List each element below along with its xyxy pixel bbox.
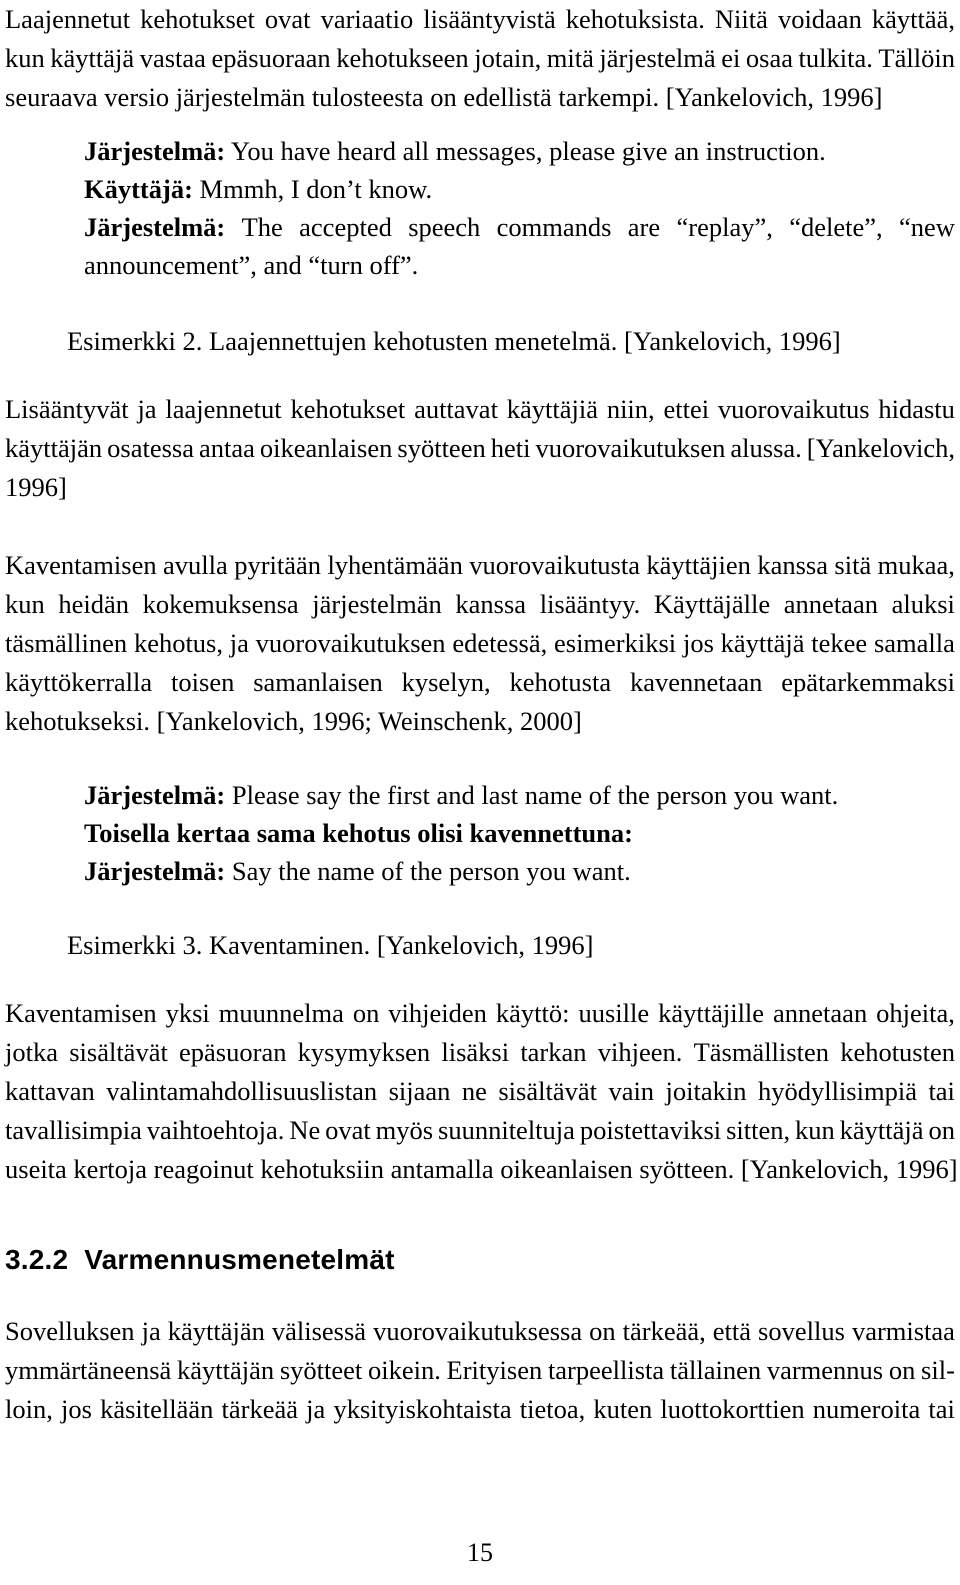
text-line: jotka sisältävät epäsuoran kysymyksen lisäks… [5, 1037, 955, 1067]
paragraph-2: Lisääntyvät ja laajennetut kehotukset auttav… [5, 390, 955, 507]
document-page: Laajennetut kehotukset ovat variaatio lisään… [0, 0, 960, 1585]
paragraph-1: Laajennetut kehotukset ovat variaatio lisään… [5, 0, 955, 117]
text-line: loin, jos käsitellään tärkeää ja yksityiskoht… [5, 1394, 955, 1424]
paragraph-3: Kaventamisen avulla pyritään lyhentämään vuo… [5, 546, 955, 741]
paragraph-5: Sovelluksen ja käyttäjän välisessä vuorovaik… [5, 1312, 955, 1429]
text-line: kun käyttäjä vastaa epäsuoraan kehotukseen jo… [5, 43, 955, 73]
speaker-label: Käyttäjä: [84, 174, 193, 204]
example-caption-3: Esimerkki 3. Kaventaminen. [Yankelovich,… [67, 930, 594, 960]
text-line: käyttökerralla toisen samanlaisen kyselyn, k… [5, 667, 955, 697]
text-line: kattavan valintamahdollisuuslistan sijaan n… [5, 1076, 955, 1106]
section-heading: 3.2.2 Varmennusmenetelmät [5, 1243, 395, 1277]
speaker-utterance: Please say the first and last name of th… [225, 780, 839, 810]
dialogue-example-2: Järjestelmä: Please say the first and la… [84, 776, 955, 890]
speaker-utterance: Mmmh, I don’t know. [192, 174, 433, 204]
dialogue-line: Järjestelmä: Please say the first and la… [84, 776, 955, 814]
dialogue-line: Järjestelmä: Say the name of the person … [84, 852, 955, 890]
dialogue-line: Käyttäjä: Mmmh, I don’t know. [84, 170, 955, 208]
speaker-label: Järjestelmä: [84, 136, 226, 166]
example-caption-2: Esimerkki 2. Laajennettujen kehotusten m… [67, 326, 841, 356]
text-line: käyttäjän osatessa antaa oikeanlaisen syötte… [5, 433, 955, 463]
dialogue-line: Järjestelmä: You have heard all messages… [84, 132, 955, 170]
speaker-label: Järjestelmä: [84, 856, 226, 886]
speaker-utterance: Say the name of the person you want. [225, 856, 631, 886]
dialogue-note: Toisella kertaa sama kehotus olisi kaven… [84, 818, 633, 848]
section-title: Varmennusmenetelmät [84, 1244, 395, 1275]
page-number: 15 [467, 1538, 493, 1567]
dialogue-example-1: Järjestelmä: You have heard all messages… [84, 132, 955, 284]
text-line: useita kertoja reagoinut kehotuksiin ant… [5, 1154, 958, 1184]
speaker-utterance: You have heard all messages, please give… [225, 136, 826, 166]
speaker-label: Järjestelmä: [84, 780, 226, 810]
text-line: 1996] [5, 472, 67, 502]
dialogue-line-continuation: announcement”, and “turn off”. [84, 250, 419, 280]
text-line: tavallisimpia vaihtoehtoja. Ne ovat myös suun… [5, 1115, 955, 1145]
text-line: Laajennetut kehotukset ovat variaatio lisään… [5, 4, 955, 34]
text-line: Sovelluksen ja käyttäjän välisessä vuorovaik… [5, 1316, 955, 1346]
text-line: Lisääntyvät ja laajennetut kehotukset auttav… [5, 394, 955, 424]
text-line: täsmällinen kehotus, ja vuorovaikutuksen ede… [5, 628, 955, 658]
text-line: kehotukseksi. [Yankelovich, 1996; Weinsc… [5, 706, 582, 736]
paragraph-4: Kaventamisen yksi muunnelma on vihjeiden käyt… [5, 994, 958, 1189]
text-line: Kaventamisen yksi muunnelma on vihjeiden käyt… [5, 998, 955, 1028]
text-line: kun heidän kokemuksensa järjestelmän kanssa l… [5, 589, 955, 619]
section-number: 3.2.2 [5, 1244, 69, 1275]
dialogue-line: Järjestelmä: The accepted speech commands are… [84, 212, 955, 242]
text-line: seuraava versio järjestelmän tulosteesta… [5, 82, 883, 112]
text-line: ymmärtäneensä käyttäjän syötteet oikein. Eri… [5, 1355, 955, 1385]
text-line: Kaventamisen avulla pyritään lyhentämään vuo… [5, 550, 955, 580]
